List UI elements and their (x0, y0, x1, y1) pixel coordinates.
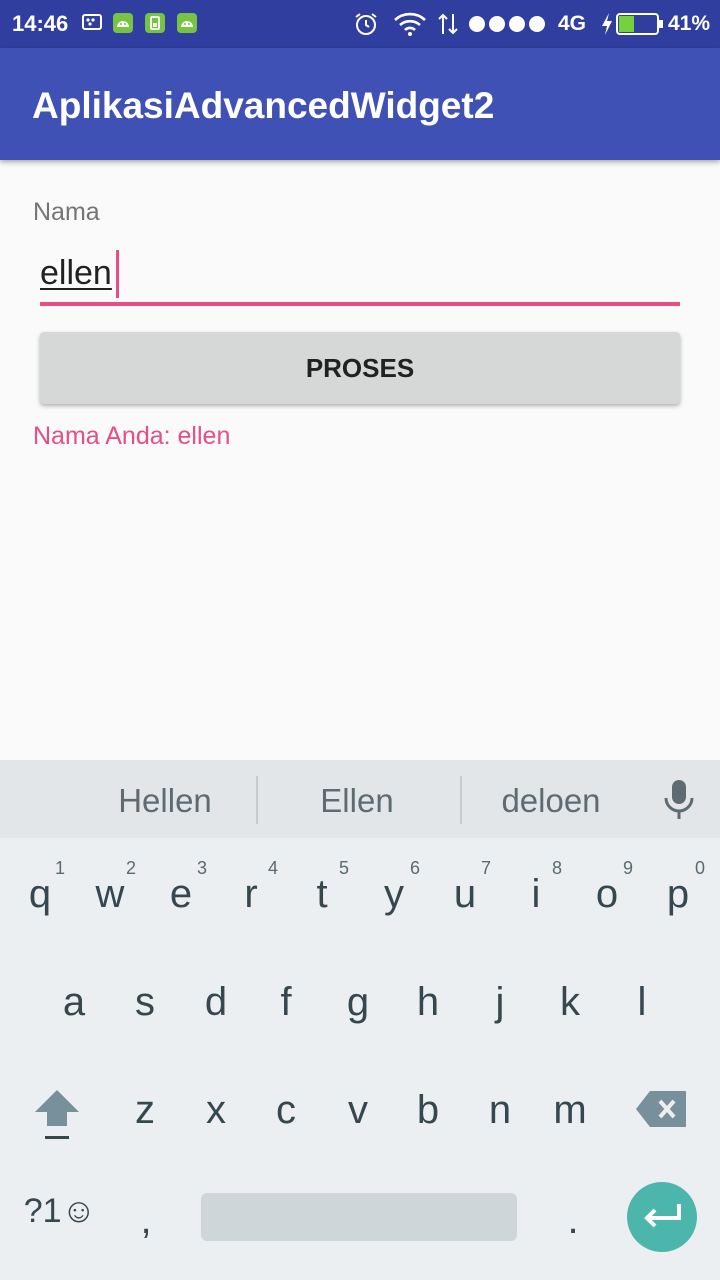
alarm-icon (355, 13, 377, 35)
key-z[interactable]: z (109, 1088, 181, 1133)
key-hint-6: 6 (409, 858, 420, 878)
key-h[interactable]: h (392, 980, 464, 1025)
android-debug-icon (113, 13, 133, 33)
suggestion-bar: Hellen Ellen deloen (0, 760, 720, 838)
key-m[interactable]: m (534, 1088, 606, 1133)
key-v[interactable]: v (322, 1088, 394, 1133)
name-input-value[interactable]: ellen (40, 254, 112, 293)
main-content: Nama ellen PROSES Nama Anda: ellen (0, 160, 720, 760)
key-j[interactable]: j (464, 980, 536, 1025)
key-x[interactable]: x (180, 1088, 252, 1133)
key-a[interactable]: a (38, 980, 110, 1025)
key-hint-7: 7 (480, 858, 491, 878)
comma-key[interactable]: , (110, 1198, 182, 1243)
result-text: Nama Anda: ellen (33, 422, 231, 450)
key-k[interactable]: k (534, 980, 606, 1025)
proses-button[interactable]: PROSES (40, 332, 680, 404)
bbm-icon (82, 14, 102, 30)
charging-icon (602, 13, 612, 35)
key-hint-5: 5 (338, 858, 349, 878)
key-l[interactable]: l (606, 980, 678, 1025)
suggestion-2[interactable]: Ellen (257, 782, 457, 820)
key-hint-9: 9 (622, 858, 633, 878)
status-time: 14:46 (12, 11, 69, 36)
space-bar[interactable] (201, 1193, 517, 1241)
text-cursor (116, 250, 119, 298)
app-title: AplikasiAdvancedWidget2 (32, 85, 495, 126)
network-type: 4G (558, 12, 587, 35)
key-hint-2: 2 (125, 858, 136, 878)
microphone-icon[interactable] (662, 778, 696, 822)
period-key[interactable]: . (537, 1198, 609, 1243)
shift-icon[interactable] (33, 1088, 81, 1142)
enter-icon (644, 1204, 681, 1228)
suggestion-3[interactable]: deloen (451, 782, 651, 820)
battery-percent: 41% (668, 12, 711, 35)
keyboard: q1w2e3r4t5y6u7i8o9p0 asdfghjkl zxcvbnm ?… (0, 838, 720, 1280)
key-hint-3: 3 (196, 858, 207, 878)
key-d[interactable]: d (180, 980, 252, 1025)
key-g[interactable]: g (322, 980, 394, 1025)
key-hint-1: 1 (54, 858, 65, 878)
key-hint-4: 4 (267, 858, 278, 878)
key-hint-8: 8 (551, 858, 562, 878)
data-activity-icon (438, 13, 458, 35)
android-debug-icon-2 (177, 13, 197, 33)
key-hint-0: 0 (694, 858, 705, 878)
status-bar: 14:46 4G 41% (0, 0, 720, 48)
battery-saver-icon (145, 13, 165, 33)
symbols-key[interactable]: ?1☺ (10, 1192, 110, 1231)
battery-icon (616, 13, 663, 35)
enter-button[interactable] (627, 1182, 697, 1252)
key-n[interactable]: n (464, 1088, 536, 1133)
signal-strength-icon (469, 16, 545, 32)
backspace-icon[interactable] (636, 1091, 688, 1127)
name-label: Nama (33, 198, 100, 226)
input-underline (40, 302, 680, 306)
name-input[interactable]: ellen (40, 248, 680, 308)
suggestion-1[interactable]: Hellen (65, 782, 265, 820)
app-bar: AplikasiAdvancedWidget2 (0, 48, 720, 160)
key-f[interactable]: f (250, 980, 322, 1025)
key-c[interactable]: c (250, 1088, 322, 1133)
key-s[interactable]: s (109, 980, 181, 1025)
key-b[interactable]: b (392, 1088, 464, 1133)
wifi-icon (394, 12, 426, 36)
